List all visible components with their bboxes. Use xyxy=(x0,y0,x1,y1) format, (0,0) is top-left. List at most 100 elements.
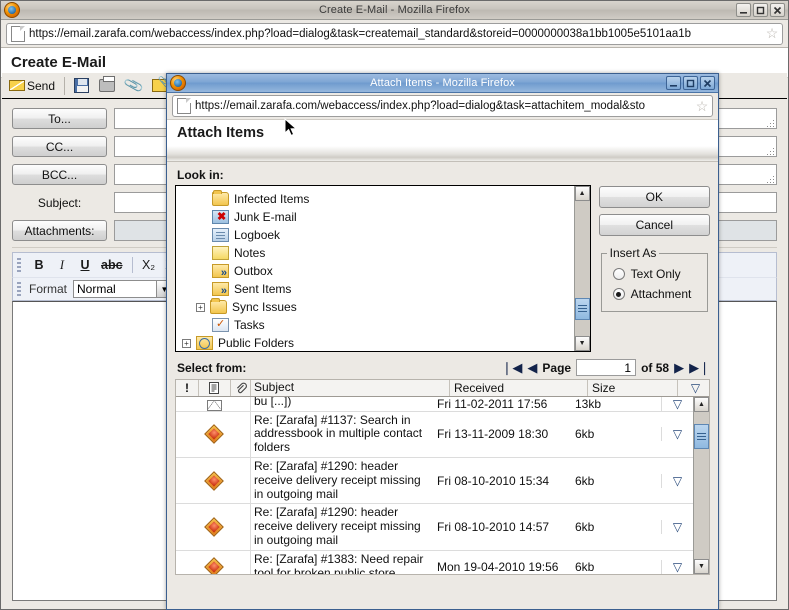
dialog-close-button[interactable] xyxy=(700,76,715,90)
flag-icon[interactable]: ▽ xyxy=(673,427,682,441)
table-row[interactable]: follow up! ([Zarafa] #7125: Close bu [..… xyxy=(176,397,693,412)
table-row[interactable]: Re: [Zarafa] #1137: Search in addressboo… xyxy=(176,412,693,458)
paperclip-icon: 📎 xyxy=(123,75,145,97)
cc-button[interactable]: CC... xyxy=(12,136,107,157)
tree-item[interactable]: Logboek xyxy=(176,226,574,244)
tree-item[interactable]: Tasks xyxy=(176,316,574,334)
main-urlbar: https://email.zarafa.com/webaccess/index… xyxy=(1,20,788,48)
page-number-input[interactable]: 1 xyxy=(576,359,636,376)
message-list-scrollbar[interactable]: ▲ ▼ xyxy=(693,397,709,574)
tree-item[interactable]: Junk E-mail xyxy=(176,208,574,226)
folder-icon xyxy=(212,192,229,206)
cell-flag[interactable]: ▽ xyxy=(661,427,693,441)
paperclip-column-icon xyxy=(235,382,247,395)
save-button[interactable] xyxy=(71,77,92,94)
column-size[interactable]: Size xyxy=(587,380,677,396)
minimize-button[interactable] xyxy=(736,3,751,17)
main-titlebar[interactable]: Create E-Mail - Mozilla Firefox xyxy=(1,1,788,20)
column-subject[interactable]: Subject xyxy=(250,380,449,396)
tree-item[interactable]: Outbox xyxy=(176,262,574,280)
strikethrough-button[interactable]: abc xyxy=(101,258,123,272)
format-select[interactable]: Normal ▼ xyxy=(73,280,173,298)
pagination: ❘◀ ◀ Page 1 of 58 ▶ ▶❘ xyxy=(502,359,710,376)
resize-grip xyxy=(765,174,774,183)
radio-text-only-input[interactable] xyxy=(613,268,625,280)
junk-mail-icon xyxy=(212,210,229,224)
subscript-button[interactable]: X₂ xyxy=(142,258,156,272)
tree-item[interactable]: Notes xyxy=(176,244,574,262)
table-row[interactable]: Re: [Zarafa] #1290: header receive deliv… xyxy=(176,504,693,550)
dialog-maximize-button[interactable] xyxy=(683,76,698,90)
drag-handle-icon-2[interactable] xyxy=(17,282,21,297)
tree-scroll-track[interactable] xyxy=(575,201,590,336)
dialog-titlebar[interactable]: Attach Items - Mozilla Firefox xyxy=(167,74,718,93)
tree-item-label: Junk E-mail xyxy=(234,210,297,224)
resize-grip xyxy=(765,146,774,155)
flag-icon[interactable]: ▽ xyxy=(673,474,682,488)
column-attachment[interactable] xyxy=(230,380,250,396)
attach-file-button[interactable]: 📎 xyxy=(122,76,145,95)
msg-scroll-down-icon[interactable]: ▼ xyxy=(694,559,709,574)
cell-flag[interactable]: ▽ xyxy=(661,474,693,488)
dialog-url-text: https://email.zarafa.com/webaccess/index… xyxy=(195,100,694,112)
column-flag[interactable]: ▽ xyxy=(677,380,709,396)
column-importance[interactable]: ! xyxy=(176,380,198,396)
dialog-minimize-button[interactable] xyxy=(666,76,681,90)
bcc-button[interactable]: BCC... xyxy=(12,164,107,185)
msg-scroll-up-icon[interactable]: ▲ xyxy=(694,397,709,412)
bookmark-star-icon-dialog[interactable]: ☆ xyxy=(694,98,710,115)
subject-label: Subject: xyxy=(12,192,107,213)
look-in-row: Infected Items Junk E-mail Logboek Notes Out… xyxy=(175,185,710,352)
print-button[interactable] xyxy=(96,78,118,93)
msg-scroll-thumb[interactable] xyxy=(694,424,709,449)
tree-scroll-thumb[interactable] xyxy=(575,298,590,320)
scroll-down-icon[interactable]: ▼ xyxy=(575,336,590,351)
send-button[interactable]: Send xyxy=(6,78,58,94)
expand-icon[interactable]: + xyxy=(196,303,205,312)
column-received[interactable]: Received xyxy=(449,380,587,396)
first-page-button[interactable]: ❘◀ xyxy=(502,361,523,374)
bold-button[interactable]: B xyxy=(32,258,46,272)
column-type[interactable] xyxy=(198,380,230,396)
cell-flag[interactable]: ▽ xyxy=(661,520,693,534)
expand-icon[interactable]: + xyxy=(182,339,191,348)
ok-button[interactable]: OK xyxy=(599,186,710,208)
cancel-button[interactable]: Cancel xyxy=(599,214,710,236)
to-button[interactable]: To... xyxy=(12,108,107,129)
italic-button[interactable]: I xyxy=(55,258,69,273)
tree-item-label: Notes xyxy=(234,246,265,260)
flag-icon[interactable]: ▽ xyxy=(673,520,682,534)
tree-item[interactable]: +Public Folders xyxy=(176,334,574,351)
last-page-button[interactable]: ▶❘ xyxy=(689,361,710,374)
flag-icon[interactable]: ▽ xyxy=(673,397,682,411)
replied-icon xyxy=(204,471,224,491)
prev-page-button[interactable]: ◀ xyxy=(527,361,537,374)
underline-button[interactable]: U xyxy=(78,258,92,272)
close-button[interactable] xyxy=(770,3,785,17)
cell-flag[interactable]: ▽ xyxy=(661,397,693,411)
drag-handle-icon[interactable] xyxy=(17,258,21,273)
cell-flag[interactable]: ▽ xyxy=(661,560,693,574)
radio-text-only[interactable]: Text Only xyxy=(607,264,702,284)
dialog-url-input[interactable]: https://email.zarafa.com/webaccess/index… xyxy=(172,95,713,117)
flag-icon[interactable]: ▽ xyxy=(673,560,682,574)
main-url-input[interactable]: https://email.zarafa.com/webaccess/index… xyxy=(6,23,783,45)
tree-scrollbar[interactable]: ▲ ▼ xyxy=(574,186,590,351)
scroll-up-icon[interactable]: ▲ xyxy=(575,186,590,201)
send-label: Send xyxy=(27,79,55,93)
attachments-button[interactable]: Attachments: xyxy=(12,220,107,241)
radio-attachment[interactable]: Attachment xyxy=(607,284,702,304)
tree-item-label: Sent Items xyxy=(234,282,291,296)
maximize-button[interactable] xyxy=(753,3,768,17)
tree-item[interactable]: Infected Items xyxy=(176,190,574,208)
folder-tree[interactable]: Infected Items Junk E-mail Logboek Notes Out… xyxy=(175,185,591,352)
table-row[interactable]: Re: [Zarafa] #1383: Need repair tool for… xyxy=(176,551,693,574)
msg-scroll-track[interactable] xyxy=(694,412,709,559)
tree-item[interactable]: Sent Items xyxy=(176,280,574,298)
table-row[interactable]: Re: [Zarafa] #1290: header receive deliv… xyxy=(176,458,693,504)
tree-item[interactable]: +Sync Issues xyxy=(176,298,574,316)
next-page-button[interactable]: ▶ xyxy=(674,361,684,374)
message-list-header: ! Subject Received Size ▽ xyxy=(176,380,709,397)
bookmark-star-icon[interactable]: ☆ xyxy=(764,25,780,42)
radio-attachment-input[interactable] xyxy=(613,288,625,300)
